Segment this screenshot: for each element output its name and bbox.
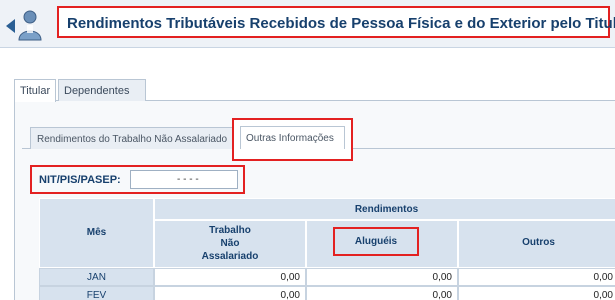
nit-field-group: NIT/PIS/PASEP: xyxy=(30,165,245,194)
page-title: Rendimentos Tributáveis Recebidos de Pes… xyxy=(67,15,615,32)
person-icon xyxy=(18,10,42,41)
page-title-box: Rendimentos Tributáveis Recebidos de Pes… xyxy=(57,6,615,38)
column-header-alugueis: Aluguéis xyxy=(333,227,419,256)
nit-input[interactable] xyxy=(130,170,238,189)
column-header-trabalho-label: Trabalho Não Assalariado xyxy=(155,224,305,263)
row-month: JAN xyxy=(39,268,154,286)
column-header-mes-label: Mês xyxy=(86,227,107,238)
cell-outros[interactable]: 0,00 xyxy=(458,268,615,286)
header-bar: Rendimentos Tributáveis Recebidos de Pes… xyxy=(0,0,615,48)
column-header-outros: Outros xyxy=(458,220,615,268)
tab-titular[interactable]: Titular xyxy=(14,79,56,102)
cell-trabalho[interactable]: 0,00 xyxy=(154,268,306,286)
tab-outras-informacoes[interactable]: Outras Informações xyxy=(240,126,345,149)
nit-label: NIT/PIS/PASEP: xyxy=(39,174,121,186)
back-arrow-icon xyxy=(6,19,15,33)
trabalho-line-1: Trabalho xyxy=(209,225,251,236)
back-button[interactable] xyxy=(4,7,44,43)
row-month: FEV xyxy=(39,286,154,300)
column-group-rendimentos: Rendimentos xyxy=(154,198,615,220)
tab-dependentes[interactable]: Dependentes xyxy=(58,79,146,101)
cell-trabalho[interactable]: 0,00 xyxy=(154,286,306,300)
cell-alugueis[interactable]: 0,00 xyxy=(306,268,458,286)
cell-alugueis[interactable]: 0,00 xyxy=(306,286,458,300)
column-group-rendimentos-label: Rendimentos xyxy=(354,204,419,215)
tab-outras-informacoes-highlight: Outras Informações xyxy=(232,118,353,161)
table-row: JAN 0,00 0,00 0,00 xyxy=(39,268,615,286)
column-header-outros-label: Outros xyxy=(522,237,555,248)
column-header-mes: Mês xyxy=(39,198,154,268)
rendimentos-table: Mês Rendimentos Trabalho Não Assalariado… xyxy=(39,198,615,300)
cell-outros[interactable]: 0,00 xyxy=(458,286,615,300)
trabalho-line-3: Assalariado xyxy=(201,251,259,262)
trabalho-line-2: Não xyxy=(220,238,240,249)
table-row: FEV 0,00 0,00 0,00 xyxy=(39,286,615,300)
column-header-trabalho: Trabalho Não Assalariado xyxy=(154,220,306,268)
tab-rendimentos-trabalho[interactable]: Rendimentos do Trabalho Não Assalariado xyxy=(30,127,238,149)
